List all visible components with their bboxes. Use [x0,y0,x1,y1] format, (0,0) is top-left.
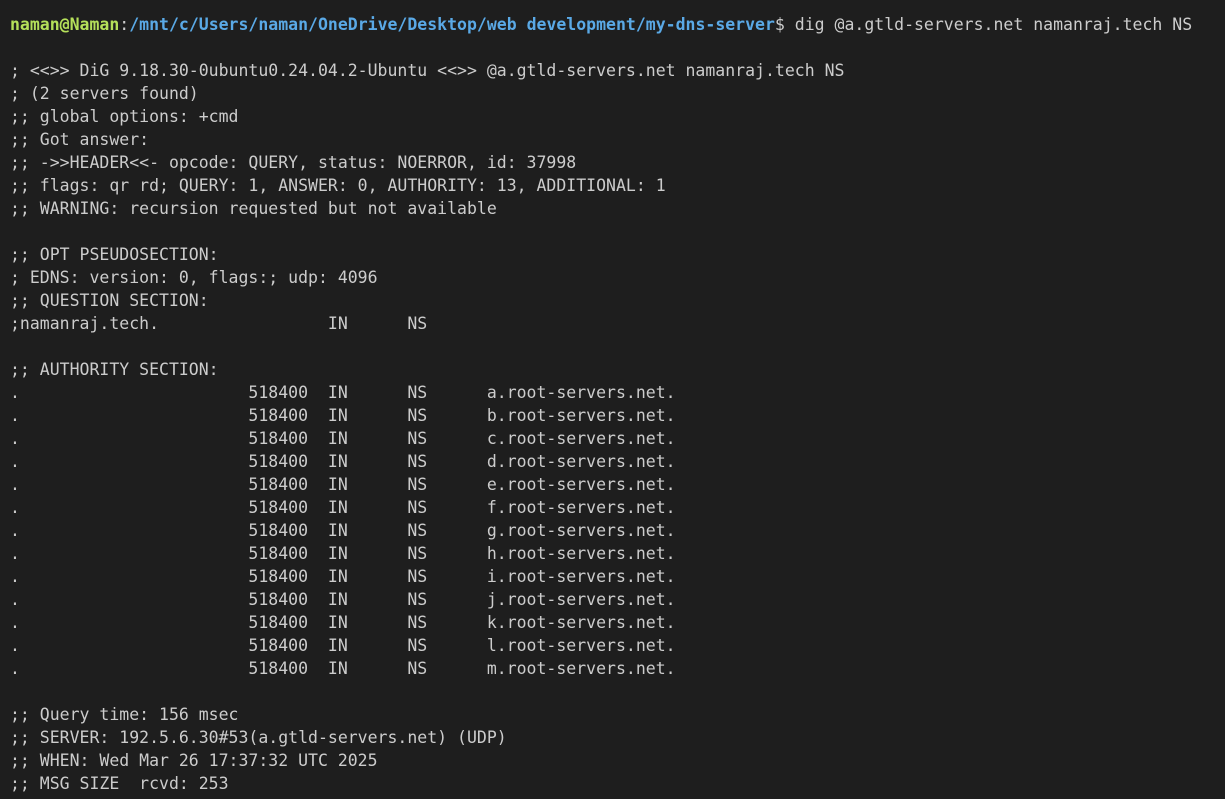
output-line: ; EDNS: version: 0, flags:; udp: 4096 [10,268,378,287]
authority-record: . 518400 IN NS g.root-servers.net. [10,521,676,540]
footer-block: ;; Query time: 156 msec ;; SERVER: 192.5… [10,703,1225,795]
output-line: ;; ->>HEADER<<- opcode: QUERY, status: N… [10,153,577,172]
prompt-command: dig @a.gtld-servers.net namanraj.tech NS [784,15,1193,34]
output-line: ;; WHEN: Wed Mar 26 17:37:32 UTC 2025 [10,751,378,770]
authority-record: . 518400 IN NS h.root-servers.net. [10,544,676,563]
prompt-path: /mnt/c/Users/naman/OneDrive/Desktop/web … [129,15,775,34]
output-line: ;; SERVER: 192.5.6.30#53(a.gtld-servers.… [10,728,507,747]
authority-record: . 518400 IN NS m.root-servers.net. [10,659,676,678]
authority-record: . 518400 IN NS a.root-servers.net. [10,383,676,402]
prompt-line: naman@Naman:/mnt/c/Users/naman/OneDrive/… [10,13,1225,36]
output-line: ;namanraj.tech. IN NS [10,314,428,333]
output-line: ;; Got answer: [10,130,150,149]
output-line: ; (2 servers found) [10,84,199,103]
authority-record: . 518400 IN NS j.root-servers.net. [10,590,676,609]
authority-record: . 518400 IN NS b.root-servers.net. [10,406,676,425]
authority-record: . 518400 IN NS i.root-servers.net. [10,567,676,586]
authority-header: ;; AUTHORITY SECTION: [10,360,219,379]
prompt-separator: : [119,15,130,34]
authority-section: ;; AUTHORITY SECTION: . 518400 IN NS a.r… [10,358,1225,680]
authority-record: . 518400 IN NS f.root-servers.net. [10,498,676,517]
opt-block: ;; OPT PSEUDOSECTION: ; EDNS: version: 0… [10,243,1225,335]
output-line: ;; QUESTION SECTION: [10,291,209,310]
prompt-symbol: $ [774,15,785,34]
terminal-window[interactable]: naman@Naman:/mnt/c/Users/naman/OneDrive/… [0,0,1225,799]
authority-record: . 518400 IN NS l.root-servers.net. [10,636,676,655]
header-block: ; <<>> DiG 9.18.30-0ubuntu0.24.04.2-Ubun… [10,59,1225,220]
output-line: ;; OPT PSEUDOSECTION: [10,245,219,264]
output-line: ;; WARNING: recursion requested but not … [10,199,497,218]
output-line: ;; MSG SIZE rcvd: 253 [10,774,229,793]
output-line: ;; flags: qr rd; QUERY: 1, ANSWER: 0, AU… [10,176,666,195]
authority-record: . 518400 IN NS c.root-servers.net. [10,429,676,448]
prompt-user-host: naman@Naman [10,15,120,34]
authority-record: . 518400 IN NS k.root-servers.net. [10,613,676,632]
output-line: ; <<>> DiG 9.18.30-0ubuntu0.24.04.2-Ubun… [10,61,845,80]
output-line: ;; global options: +cmd [10,107,239,126]
output-line: ;; Query time: 156 msec [10,705,239,724]
authority-record: . 518400 IN NS d.root-servers.net. [10,452,676,471]
authority-record: . 518400 IN NS e.root-servers.net. [10,475,676,494]
